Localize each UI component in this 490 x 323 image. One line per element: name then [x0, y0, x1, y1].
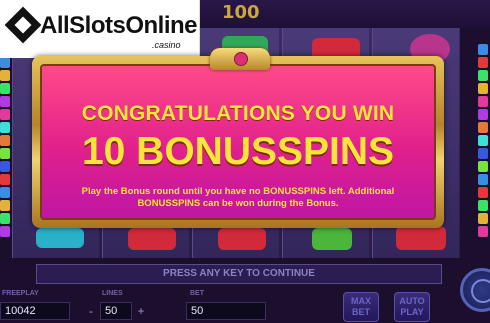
bonus-spins-count: 10 BONUSSPINS	[81, 130, 395, 173]
ruby-symbol	[128, 228, 176, 250]
aquamarine-symbol	[36, 228, 84, 248]
top-value: 100	[222, 2, 260, 23]
ornament-crest-icon	[210, 48, 270, 70]
bet-label: BET	[190, 290, 204, 297]
congrats-text: CONGRATULATIONS YOU WIN	[81, 102, 395, 125]
freeplay-value: 10042	[0, 302, 70, 320]
lines-label: LINES	[102, 290, 123, 297]
logo-text: AllSlotsOnline	[40, 12, 198, 39]
ruby-symbol	[396, 226, 446, 250]
max-bet-button[interactable]: MAX BET	[343, 292, 379, 322]
emerald-symbol	[312, 228, 352, 250]
spin-button[interactable]	[460, 268, 490, 312]
continue-prompt-text: PRESS ANY KEY TO CONTINUE	[163, 268, 315, 279]
lines-decrease-button[interactable]: -	[84, 303, 98, 319]
bet-value: 50	[186, 302, 266, 320]
auto-play-button[interactable]: AUTO PLAY	[394, 292, 430, 322]
bonus-dialog: CONGRATULATIONS YOU WIN 10 BONUSSPINS Pl…	[32, 56, 444, 228]
lines-increase-button[interactable]: +	[134, 303, 148, 319]
bonus-description: Play the Bonus round until you have no B…	[81, 186, 395, 209]
site-logo: AllSlotsOnline .casino	[0, 0, 200, 58]
ruby-symbol	[218, 228, 266, 250]
freeplay-label: FREEPLAY	[2, 290, 39, 297]
bonus-dialog-panel: CONGRATULATIONS YOU WIN 10 BONUSSPINS Pl…	[40, 64, 436, 220]
lines-value: 50	[100, 302, 132, 320]
line-markers-right	[478, 44, 488, 244]
diamond-icon	[4, 6, 42, 44]
logo-subtext: .casino	[152, 40, 181, 50]
line-markers-left	[0, 44, 10, 244]
continue-prompt[interactable]: PRESS ANY KEY TO CONTINUE	[36, 264, 442, 284]
